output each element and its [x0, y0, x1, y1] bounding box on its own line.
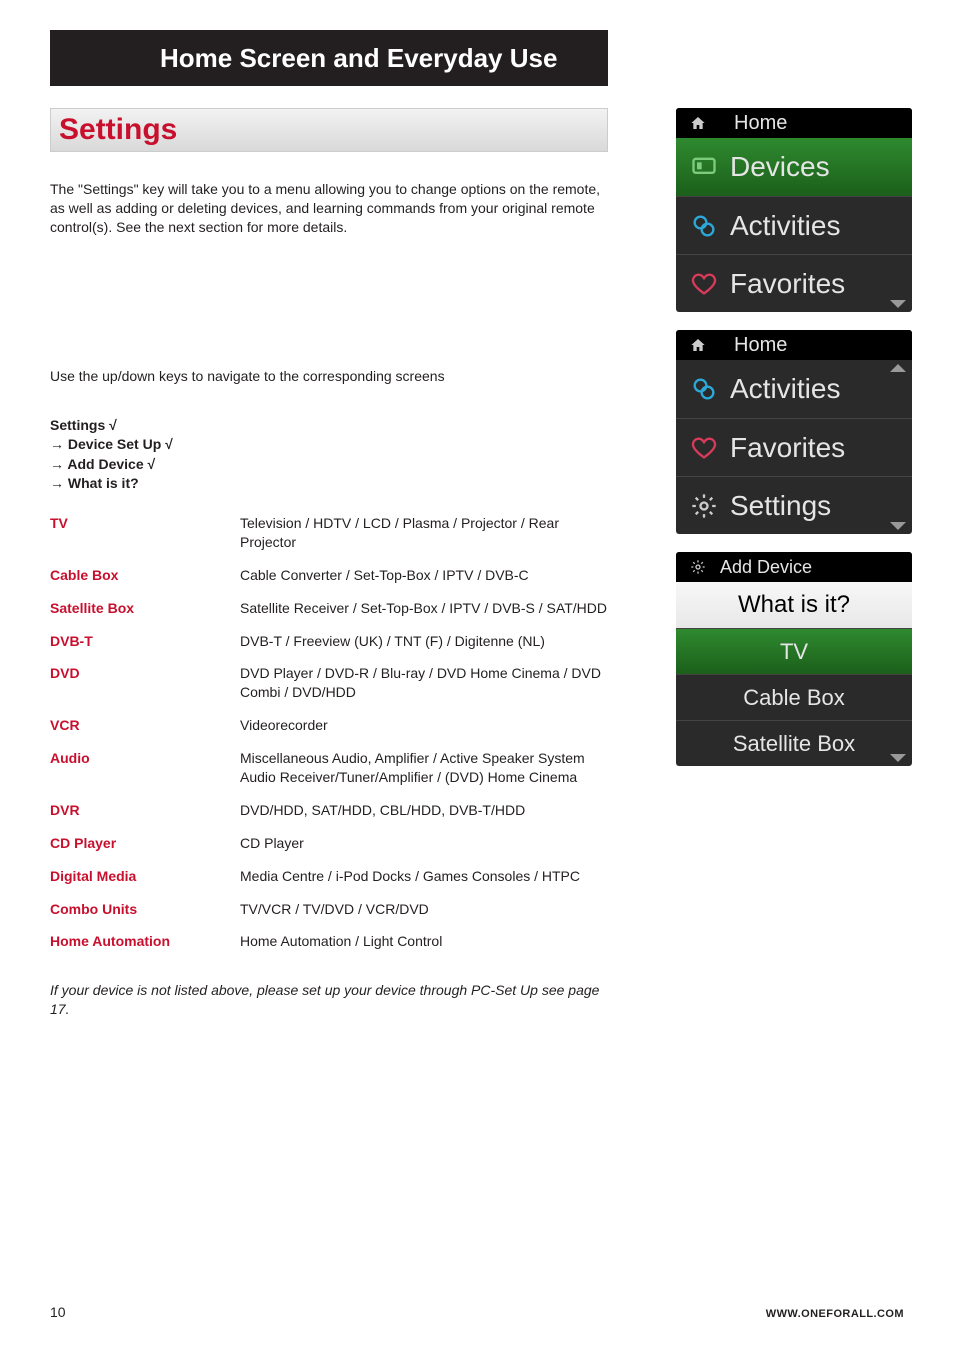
menu-item-favorites[interactable]: Favorites — [676, 418, 912, 476]
device-term: VCR — [50, 716, 240, 735]
device-row: CD PlayerCD Player — [50, 834, 608, 853]
device-term: CD Player — [50, 834, 240, 853]
device-option-cable-box[interactable]: Cable Box — [676, 674, 912, 720]
device-desc: Miscellaneous Audio, Amplifier / Active … — [240, 749, 608, 787]
remote-panel-home-2: Home Activities Favorites Settings — [676, 330, 912, 534]
device-term: Audio — [50, 749, 240, 787]
panel-header: Home — [676, 330, 912, 360]
device-term: Satellite Box — [50, 599, 240, 618]
panel-header: Add Device — [676, 552, 912, 582]
menu-item-activities[interactable]: Activities — [676, 196, 912, 254]
device-desc: TV/VCR / TV/DVD / VCR/DVD — [240, 900, 608, 919]
device-desc: Home Automation / Light Control — [240, 932, 608, 951]
device-term: DVD — [50, 664, 240, 702]
device-term: Digital Media — [50, 867, 240, 886]
panel-header-label: Home — [734, 334, 787, 357]
path-add-device: → Add Device √ — [50, 455, 608, 475]
device-desc: Media Centre / i-Pod Docks / Games Conso… — [240, 867, 608, 886]
menu-item-label: Favorites — [730, 432, 845, 464]
device-desc: Videorecorder — [240, 716, 608, 735]
device-option-satellite-box[interactable]: Satellite Box — [676, 720, 912, 766]
favorites-icon — [690, 270, 718, 298]
device-term: Cable Box — [50, 566, 240, 585]
section-title: Settings — [59, 113, 177, 147]
device-term: Combo Units — [50, 900, 240, 919]
device-term: TV — [50, 514, 240, 552]
menu-item-label: Settings — [730, 490, 831, 522]
scroll-up-icon[interactable] — [890, 364, 906, 372]
menu-item-settings[interactable]: Settings — [676, 476, 912, 534]
device-row: AudioMiscellaneous Audio, Amplifier / Ac… — [50, 749, 608, 787]
device-desc: Cable Converter / Set-Top-Box / IPTV / D… — [240, 566, 608, 585]
menu-item-activities[interactable]: Activities — [676, 360, 912, 418]
menu-item-label: Activities — [730, 210, 840, 242]
panel-header-label: Add Device — [720, 557, 812, 578]
menu-item-favorites[interactable]: Favorites — [676, 254, 912, 312]
favorites-icon — [690, 434, 718, 462]
device-row: DVDDVD Player / DVD-R / Blu-ray / DVD Ho… — [50, 664, 608, 702]
menu-item-label: Devices — [730, 151, 830, 183]
footnote: If your device is not listed above, plea… — [50, 981, 608, 1019]
device-row: Digital MediaMedia Centre / i-Pod Docks … — [50, 867, 608, 886]
device-term: DVR — [50, 801, 240, 820]
panel-header: Home — [676, 108, 912, 138]
device-option-label: Satellite Box — [733, 731, 855, 757]
device-row: Cable BoxCable Converter / Set-Top-Box /… — [50, 566, 608, 585]
device-desc: DVD Player / DVD-R / Blu-ray / DVD Home … — [240, 664, 608, 702]
path-settings: Settings √ — [50, 416, 608, 436]
settings-icon — [690, 492, 718, 520]
device-term: Home Automation — [50, 932, 240, 951]
device-table: TVTelevision / HDTV / LCD / Plasma / Pro… — [50, 514, 608, 951]
path-device-setup: → Device Set Up √ — [50, 435, 608, 455]
menu-item-label: Favorites — [730, 268, 845, 300]
menu-item-label: Activities — [730, 373, 840, 405]
device-row: Combo UnitsTV/VCR / TV/DVD / VCR/DVD — [50, 900, 608, 919]
device-option-label: TV — [780, 639, 808, 665]
footer-url: WWW.ONEFORALL.COM — [766, 1308, 904, 1320]
path-what-is-it: → What is it? — [50, 474, 608, 494]
device-option-label: Cable Box — [743, 685, 845, 711]
nav-instruction: Use the up/down keys to navigate to the … — [50, 367, 608, 386]
panel-subtitle-label: What is it? — [738, 591, 850, 619]
device-desc: DVB-T / Freeview (UK) / TNT (F) / Digite… — [240, 632, 608, 651]
device-row: Satellite BoxSatellite Receiver / Set-To… — [50, 599, 608, 618]
home-icon — [690, 115, 706, 131]
device-term: DVB-T — [50, 632, 240, 651]
device-desc: CD Player — [240, 834, 608, 853]
device-desc: DVD/HDD, SAT/HDD, CBL/HDD, DVB-T/HDD — [240, 801, 608, 820]
menu-item-devices[interactable]: Devices — [676, 138, 912, 196]
device-desc: Satellite Receiver / Set-Top-Box / IPTV … — [240, 599, 608, 618]
page-number: 10 — [50, 1304, 66, 1320]
device-desc: Television / HDTV / LCD / Plasma / Proje… — [240, 514, 608, 552]
device-row: Home AutomationHome Automation / Light C… — [50, 932, 608, 951]
menu-path: Settings √ → Device Set Up √ → Add Devic… — [50, 416, 608, 494]
scroll-down-icon[interactable] — [890, 754, 906, 762]
remote-panel-home-1: Home Devices Activities Favorites — [676, 108, 912, 312]
home-icon — [690, 337, 706, 353]
gear-icon — [690, 559, 706, 575]
chapter-header: Home Screen and Everyday Use — [50, 30, 608, 86]
activities-icon — [690, 375, 718, 403]
chapter-title: Home Screen and Everyday Use — [160, 43, 557, 74]
scroll-down-icon[interactable] — [890, 300, 906, 308]
panel-header-label: Home — [734, 112, 787, 135]
device-option-tv[interactable]: TV — [676, 628, 912, 674]
devices-icon — [690, 153, 718, 181]
device-row: VCRVideorecorder — [50, 716, 608, 735]
device-row: TVTelevision / HDTV / LCD / Plasma / Pro… — [50, 514, 608, 552]
intro-paragraph: The "Settings" key will take you to a me… — [50, 180, 608, 237]
activities-icon — [690, 212, 718, 240]
panel-subtitle: What is it? — [676, 582, 912, 628]
section-header: Settings — [50, 108, 608, 152]
remote-panel-add-device: Add Device What is it? TV Cable Box Sate… — [676, 552, 912, 766]
device-row: DVB-TDVB-T / Freeview (UK) / TNT (F) / D… — [50, 632, 608, 651]
scroll-down-icon[interactable] — [890, 522, 906, 530]
device-row: DVRDVD/HDD, SAT/HDD, CBL/HDD, DVB-T/HDD — [50, 801, 608, 820]
